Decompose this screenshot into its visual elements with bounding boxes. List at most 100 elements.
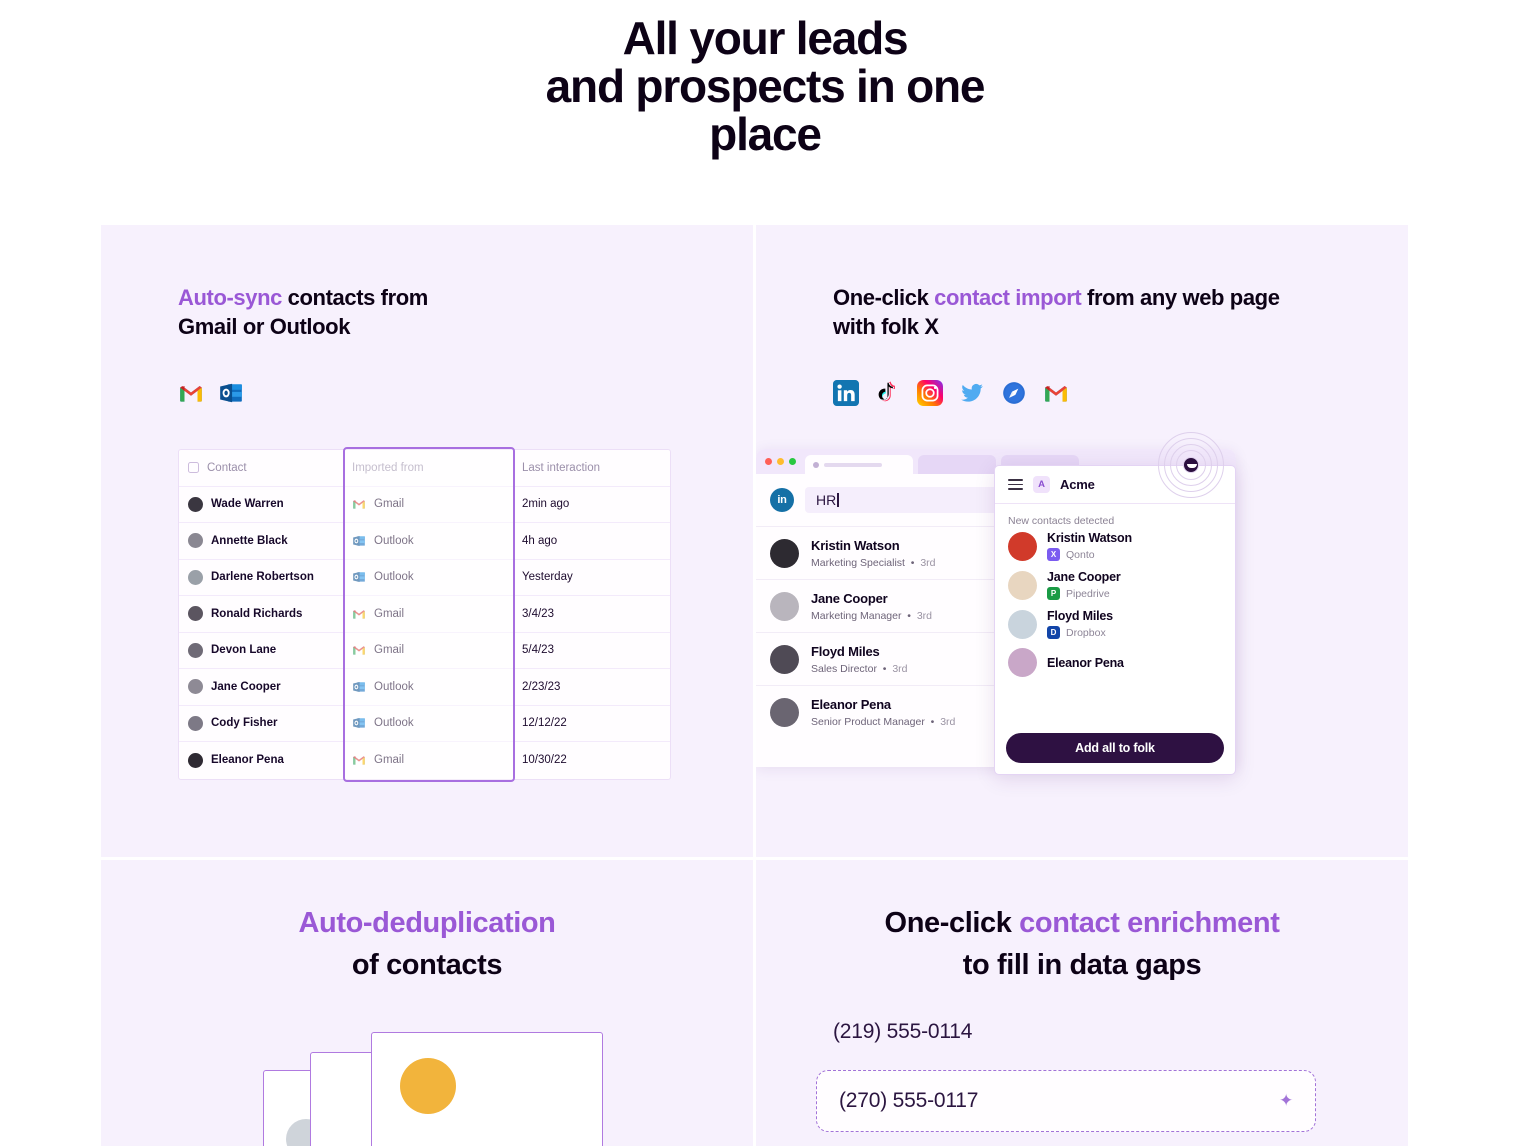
cell-last-interaction: 2/23/23: [522, 680, 561, 693]
gmail-icon: [353, 756, 365, 765]
avatar: [400, 1058, 456, 1114]
cell-last-interaction: 12/12/22: [522, 717, 567, 730]
maximize-icon[interactable]: [789, 458, 796, 465]
result-title: Sales Director: [811, 663, 877, 675]
gmail-icon: [180, 385, 202, 402]
tiktok-icon: [878, 381, 895, 402]
outlook-icon: [353, 718, 365, 729]
contact-name: Annette Black: [211, 534, 288, 547]
avatar: [188, 606, 203, 622]
contact-name: Ronald Richards: [211, 607, 303, 620]
heading-line2: Gmail or Outlook: [178, 314, 351, 339]
card-contact-import: One-click contact import from any web pa…: [756, 225, 1408, 857]
feature-grid: Auto-sync contacts from Gmail or Outlook: [101, 225, 1408, 1147]
detected-contact-name: Jane Cooper: [1047, 570, 1121, 584]
avatar: [188, 642, 203, 658]
heading-pre: One-click: [884, 907, 1020, 939]
avatar: [188, 715, 203, 731]
heading-rest: contacts from: [281, 285, 429, 310]
result-degree: 3rd: [916, 610, 933, 622]
table-row[interactable]: Wade Warren Gmail 2min ago: [179, 487, 670, 523]
gmail-icon: [353, 646, 365, 655]
avatar: [770, 697, 799, 727]
company-logo-icon: D: [1047, 626, 1060, 639]
browser-tab-2[interactable]: [918, 455, 996, 474]
heading-accent: contact import: [934, 285, 1082, 310]
result-meta: Senior Product Manager • 3rd: [811, 716, 956, 728]
close-icon[interactable]: [765, 458, 772, 465]
company-name: Qonto: [1066, 548, 1095, 561]
result-degree: 3rd: [892, 663, 908, 675]
avatar: [188, 752, 203, 768]
source-label: Gmail: [374, 754, 405, 767]
cell-imported-from: Gmail: [343, 742, 513, 779]
card-auto-sync-heading: Auto-sync contacts from Gmail or Outlook: [178, 283, 698, 341]
tab-title-placeholder: [824, 462, 882, 467]
company-name: Pipedrive: [1066, 587, 1110, 600]
detected-contact-item[interactable]: Kristin Watson X Qonto: [1008, 531, 1222, 561]
existing-phone-value: (219) 555-0114: [833, 1020, 973, 1043]
cell-imported-from: Gmail: [343, 487, 513, 523]
card-auto-deduplication: Auto-deduplication of contacts E: [101, 860, 753, 1146]
card-contact-import-heading: One-click contact import from any web pa…: [833, 283, 1353, 341]
detected-contact-company: X Qonto: [1047, 548, 1132, 561]
enriched-phone-field[interactable]: (270) 555-0117 ✦: [816, 1070, 1316, 1132]
detected-contact-company: D Dropbox: [1047, 626, 1113, 639]
linkedin-icon: in: [770, 488, 794, 512]
table-body: Wade Warren Gmail 2min ago Annette Black Out…: [179, 487, 670, 779]
browser-tab-active[interactable]: [805, 455, 913, 474]
table-row[interactable]: Annette Black Outlook 4h ago: [179, 523, 670, 560]
cell-contact: Wade Warren: [179, 487, 343, 523]
result-title: Senior Product Manager: [811, 716, 925, 728]
table-row[interactable]: Cody Fisher Outlook 12/12/22: [179, 706, 670, 742]
cell-contact: Eleanor Pena: [179, 742, 343, 779]
gmail-icon: [353, 609, 365, 619]
detected-contacts-list: Kristin Watson X Qonto Jane Cooper P Pipedriv…: [995, 531, 1235, 725]
table-row[interactable]: Eleanor Pena Gmail 10/30/22: [179, 742, 670, 779]
source-label: Outlook: [374, 534, 414, 547]
company-logo-icon: X: [1047, 548, 1060, 561]
detected-contact-item[interactable]: Jane Cooper P Pipedrive: [1008, 570, 1222, 600]
table-row[interactable]: Devon Lane Gmail 5/4/23: [179, 633, 670, 669]
cell-contact: Ronald Richards: [179, 596, 343, 632]
detected-contact-item[interactable]: Eleanor Pena: [1008, 648, 1222, 677]
card-auto-dedup-heading: Auto-deduplication of contacts: [101, 902, 753, 986]
minimize-icon[interactable]: [777, 458, 784, 465]
contact-name: Darlene Robertson: [211, 571, 314, 584]
table-row[interactable]: Darlene Robertson Outlook Yesterday: [179, 560, 670, 596]
linkedin-icon: [833, 380, 859, 406]
cell-last-interaction: 4h ago: [522, 534, 558, 547]
source-label: Gmail: [374, 607, 405, 620]
cell-last-interaction: 5/4/23: [522, 644, 554, 657]
result-degree: 3rd: [940, 716, 956, 728]
detected-contact-name: Eleanor Pena: [1047, 655, 1124, 670]
avatar: [1008, 570, 1037, 600]
detected-contact-item[interactable]: Floyd Miles D Dropbox: [1008, 609, 1222, 639]
select-all-checkbox[interactable]: [188, 462, 199, 474]
duplicate-cards-stack: E: [263, 1032, 603, 1146]
hamburger-menu-icon[interactable]: [1008, 479, 1023, 490]
table-header-row: Contact Imported from Last interaction: [179, 450, 670, 487]
result-meta: Marketing Specialist • 3rd: [811, 557, 936, 569]
card-contact-enrichment: One-click contact enrichment to fill in …: [756, 860, 1408, 1146]
cell-last-interaction: 3/4/23: [522, 607, 554, 620]
detected-contact-name: Floyd Miles: [1047, 609, 1113, 623]
cell-contact: Annette Black: [179, 523, 343, 559]
page-root: All your leads and prospects in one plac…: [0, 0, 1530, 1147]
cell-imported-from: Gmail: [343, 633, 513, 669]
table-header-imported-from: Imported from: [352, 461, 424, 474]
cell-last-interaction: 10/30/22: [522, 754, 567, 767]
card-enrichment-heading: One-click contact enrichment to fill in …: [756, 902, 1408, 986]
table-row[interactable]: Jane Cooper Outlook 2/23/23: [179, 669, 670, 706]
add-all-to-folk-button[interactable]: Add all to folk: [1006, 733, 1224, 763]
cell-contact: Cody Fisher: [179, 706, 343, 742]
gmail-icon: [353, 500, 365, 509]
detected-contact-name: Kristin Watson: [1047, 531, 1132, 545]
card-auto-sync: Auto-sync contacts from Gmail or Outlook: [101, 225, 753, 857]
safari-icon: [1003, 382, 1025, 404]
table-row[interactable]: Ronald Richards Gmail 3/4/23: [179, 596, 670, 633]
duplicate-card-front: [371, 1032, 603, 1146]
avatar: [770, 644, 799, 674]
result-meta: Sales Director • 3rd: [811, 663, 908, 675]
heading-pre: One-click: [833, 285, 935, 310]
